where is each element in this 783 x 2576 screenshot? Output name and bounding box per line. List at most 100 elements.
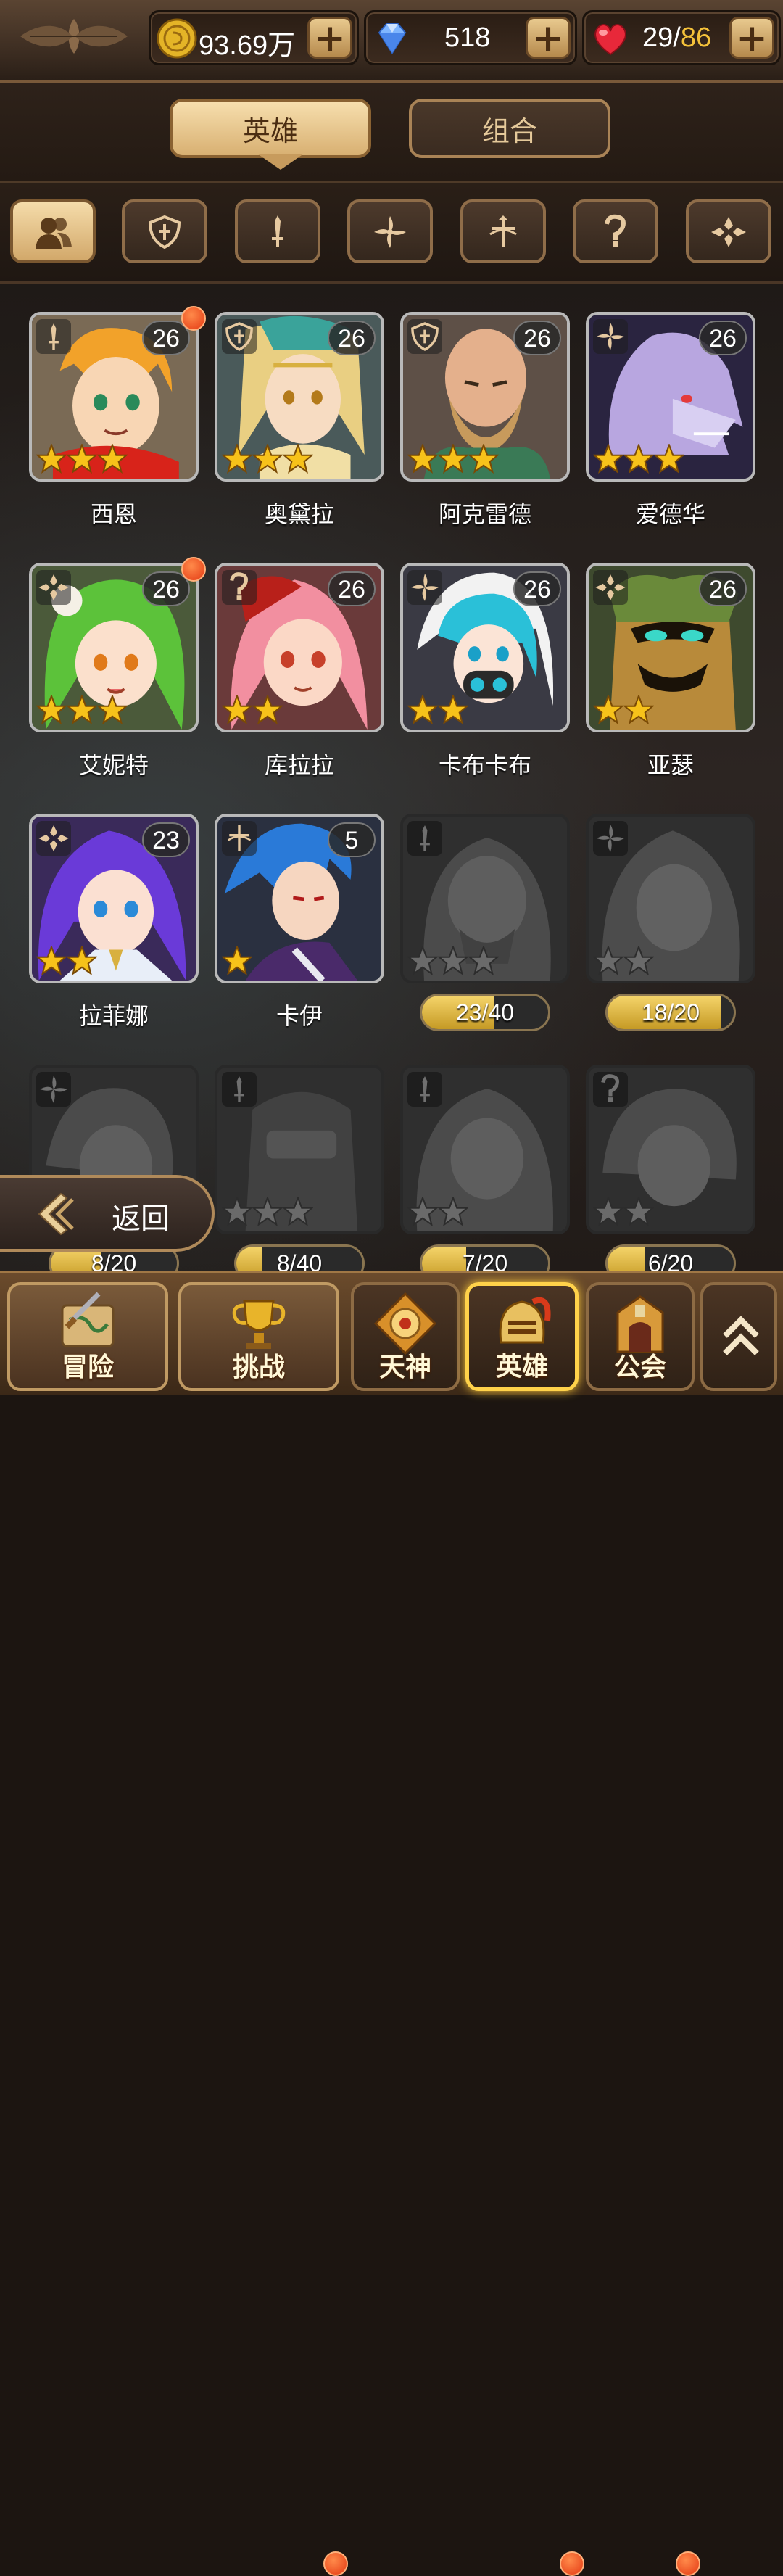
chevron-up-icon [723,1316,759,1355]
nav-guild[interactable]: 公会 [586,1282,695,1391]
star-icon [36,946,67,976]
star-icon [222,946,252,976]
hero-card-edward[interactable]: 26 [586,312,755,482]
star-rating [593,695,654,727]
heart-icon [594,24,626,56]
star-icon [438,946,468,976]
star-icon [438,444,468,474]
star-icon [593,1197,624,1227]
hero-card-anite[interactable]: 26 [29,563,199,732]
star-rating [222,695,283,727]
nav-adventure[interactable]: 冒险 [7,1282,168,1391]
tank-class-icon [222,319,257,354]
fragment-count: 18/20 [641,999,700,1025]
star-icon [222,695,252,725]
tab-combos[interactable]: 组合 [409,99,610,158]
star-icon [438,695,468,725]
hero-card-audela[interactable]: 26 [215,312,384,482]
hero-card-xien[interactable]: 26 [29,312,199,482]
filter-mage[interactable] [573,199,658,263]
tank-class-icon [148,215,181,249]
star-rating [36,946,97,978]
hero-level: 23 [142,822,190,857]
warrior-class-icon [407,1072,442,1107]
star-rating [36,695,128,727]
stamina-value: 29/86 [642,22,711,54]
star-icon [593,444,624,474]
locked-hero-card[interactable] [400,1065,570,1234]
fragment-count: 7/20 [462,1250,508,1271]
notification-dot [676,2551,700,2576]
filter-all[interactable] [10,199,96,263]
nav-expand-button[interactable] [700,1282,777,1391]
locked-hero-card[interactable] [400,814,570,983]
star-icon [67,946,97,976]
star-rating [36,444,128,476]
hero-card-kabukabu[interactable]: 26 [400,563,570,732]
fragment-count: 6/20 [647,1250,694,1271]
tab-heroes[interactable]: 英雄 [170,99,371,158]
mage-class-icon [605,214,626,247]
hero-card-akreide[interactable]: 26 [400,312,570,482]
hero-name: 西恩 [90,500,137,528]
star-icon [624,1197,654,1227]
star-icon [468,946,499,976]
add-gold-button[interactable]: + [307,17,352,59]
star-rating [593,946,654,978]
star-rating [222,946,252,978]
star-icon [468,444,499,474]
filter-assassin[interactable] [347,199,433,263]
locked-hero-card[interactable] [586,1065,755,1234]
locked-hero-card[interactable] [215,1065,384,1234]
nav-label: 英雄 [495,1352,548,1382]
hero-name: 艾妮特 [78,751,149,779]
filter-support[interactable] [686,199,771,263]
hero-name: 阿克雷德 [438,500,531,528]
assassin-class-icon [593,821,628,856]
assassin-class-icon [374,216,406,248]
hero-card-arthur[interactable]: 26 [586,563,755,732]
gold-counter: 93.69万 + [149,10,359,65]
star-rating [407,444,499,476]
hero-card-kulala[interactable]: 26 [215,563,384,732]
hero-name: 奥黛拉 [264,500,334,528]
hero-card-kai[interactable]: 5 [215,814,384,983]
notification-dot [560,2551,584,2576]
back-button[interactable]: 返回 [0,1175,215,1252]
assassin-class-icon [593,319,628,354]
star-icon [407,1197,438,1227]
active-tab-pointer [257,154,304,170]
add-stamina-button[interactable]: + [729,17,774,59]
warrior-class-icon [222,1072,257,1107]
nav-label: 挑战 [232,1353,285,1382]
nav-challenge[interactable]: 挑战 [178,1282,339,1391]
gem-value: 518 [444,22,491,53]
nav-label: 天神 [378,1353,431,1382]
star-icon [624,695,654,725]
leaf-emblem-icon [20,19,128,54]
star-icon [593,946,624,976]
star-icon [97,444,128,474]
star-icon [654,444,684,474]
filter-archer[interactable] [460,199,546,263]
bottom-nav: 冒险 挑战 天神 英雄 公会 [0,1271,783,2576]
locked-hero-card[interactable] [586,814,755,983]
star-icon [438,1197,468,1227]
fragment-count: 23/40 [455,999,515,1025]
star-icon [283,1197,313,1227]
star-icon [407,444,438,474]
nav-gods[interactable]: 天神 [351,1282,460,1391]
nav-label: 公会 [613,1353,666,1382]
filter-tank[interactable] [122,199,207,263]
nav-heroes[interactable]: 英雄 [465,1282,579,1391]
filter-warrior[interactable] [235,199,320,263]
hero-level: 26 [513,571,561,606]
fragment-progress: 8/40 [234,1244,365,1271]
fragment-progress: 6/20 [605,1244,736,1271]
star-icon [97,695,128,725]
star-icon [252,1197,283,1227]
resource-bar: 93.69万 + 518 + 29/86 + [0,0,783,83]
notification-dot [181,306,206,331]
add-gems-button[interactable]: + [526,17,571,59]
hero-card-lafina[interactable]: 23 [29,814,199,983]
